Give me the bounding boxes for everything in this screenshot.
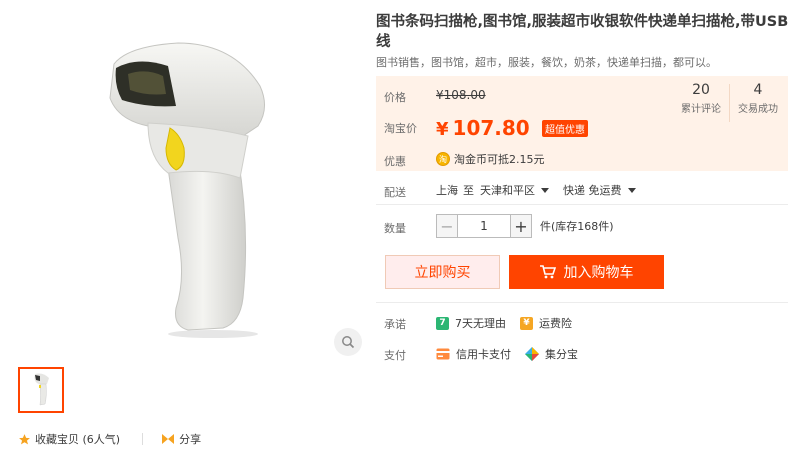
stock-text: 件(库存168件) [540, 220, 614, 233]
seven-day-icon: 7 [436, 316, 449, 330]
commitment-row: 7 7天无理由 ¥ 运费险 [436, 315, 586, 331]
chevron-down-icon [627, 187, 636, 193]
ship-to-word: 至 [463, 184, 474, 197]
quantity-stepper: − + 件(库存168件) [436, 214, 614, 238]
product-gallery: 收藏宝贝 (6人气) 分享 [0, 0, 370, 458]
discount-badge: 超值优惠 [542, 120, 588, 137]
share-label: 分享 [179, 433, 202, 446]
current-price: ¥ 107.80 [436, 116, 530, 140]
section-divider [376, 204, 788, 205]
quantity-label: 数量 [384, 222, 406, 235]
shipping-label: 配送 [384, 186, 406, 199]
add-to-cart-label: 加入购物车 [563, 265, 634, 281]
promo-label: 优惠 [384, 155, 406, 168]
stat-reviews[interactable]: 20 累计评论 [673, 82, 729, 122]
seven-day-label: 7天无理由 [455, 317, 506, 330]
promo-row: 淘 淘金币可抵2.15元 [436, 151, 545, 167]
product-subtitle: 图书销售，图书馆，超市，服装，餐饮，奶茶，快递单扫描，都可以。 [376, 56, 717, 69]
credit-card-payment[interactable]: 信用卡支付 [436, 346, 511, 362]
social-bar: 收藏宝贝 (6人气) 分享 [18, 431, 201, 447]
current-price-value: 107.80 [452, 116, 530, 140]
payment-label: 支付 [384, 349, 406, 362]
price-label: 价格 [384, 91, 406, 104]
favorite-label: 收藏宝贝 (6人气) [35, 433, 121, 446]
share-link[interactable]: 分享 [161, 431, 201, 447]
favorite-link[interactable]: 收藏宝贝 (6人气) [18, 431, 120, 447]
ship-from: 上海 [436, 184, 458, 197]
quantity-input[interactable] [458, 214, 510, 238]
taobao-coin-icon: 淘 [436, 152, 450, 166]
shipping-insurance-label: 运费险 [539, 317, 572, 330]
stat-label: 交易成功 [738, 104, 778, 115]
promo-text: 淘金币可抵2.15元 [454, 153, 545, 166]
currency-symbol: ¥ [436, 119, 449, 140]
commitment-label: 承诺 [384, 318, 406, 331]
share-icon [162, 434, 175, 444]
star-icon [19, 433, 30, 444]
shipping-method-value: 快递 免运费 [563, 184, 622, 197]
shipping-insurance[interactable]: ¥ 运费险 [520, 315, 572, 331]
stat-transactions[interactable]: 4 交易成功 [730, 82, 786, 122]
magnifier-icon [342, 336, 355, 349]
buy-now-button[interactable]: 立即购买 [385, 255, 500, 289]
add-to-cart-button[interactable]: 加入购物车 [509, 255, 664, 289]
product-info: 图书条码扫描枪,图书馆,服装超市收银软件快递单扫描枪,带USB线 图书销售，图书… [376, 0, 790, 458]
shipping-method-dropdown[interactable]: 快递 免运费 [563, 182, 636, 198]
destination-dropdown[interactable]: 天津和平区 [480, 182, 549, 198]
original-price: ¥108.00 [436, 88, 486, 102]
chevron-down-icon [541, 187, 549, 193]
stat-value: 4 [753, 82, 763, 98]
scanner-thumbnail-image [34, 373, 49, 406]
credit-card-label: 信用卡支付 [456, 348, 511, 361]
jifenbao-label: 集分宝 [545, 348, 578, 361]
taobao-price-label: 淘宝价 [384, 122, 417, 135]
product-title: 图书条码扫描枪,图书馆,服装超市收银软件快递单扫描枪,带USB线 [376, 14, 789, 50]
credit-card-icon [436, 348, 450, 360]
section-divider [376, 302, 788, 303]
barcode-scanner-image [109, 42, 265, 338]
destination-value: 天津和平区 [480, 184, 535, 197]
social-separator [142, 433, 144, 445]
jifenbao-icon [525, 347, 539, 361]
zoom-button[interactable] [334, 328, 362, 356]
increase-button[interactable]: + [510, 214, 532, 238]
payment-row: 信用卡支付 集分宝 [436, 346, 592, 362]
stat-value: 20 [692, 82, 710, 98]
cart-icon [539, 265, 556, 279]
jifenbao-payment[interactable]: 集分宝 [525, 346, 578, 362]
stat-label: 累计评论 [681, 104, 721, 115]
product-main-image[interactable] [18, 8, 363, 358]
shipping-row: 上海 至 天津和平区 快递 免运费 [436, 182, 636, 198]
seven-day-return[interactable]: 7 7天无理由 [436, 315, 506, 331]
decrease-button[interactable]: − [436, 214, 458, 238]
sales-stats: 20 累计评论 4 交易成功 [673, 82, 786, 122]
shipping-insurance-icon: ¥ [520, 316, 533, 330]
thumbnail-1[interactable] [18, 367, 64, 413]
